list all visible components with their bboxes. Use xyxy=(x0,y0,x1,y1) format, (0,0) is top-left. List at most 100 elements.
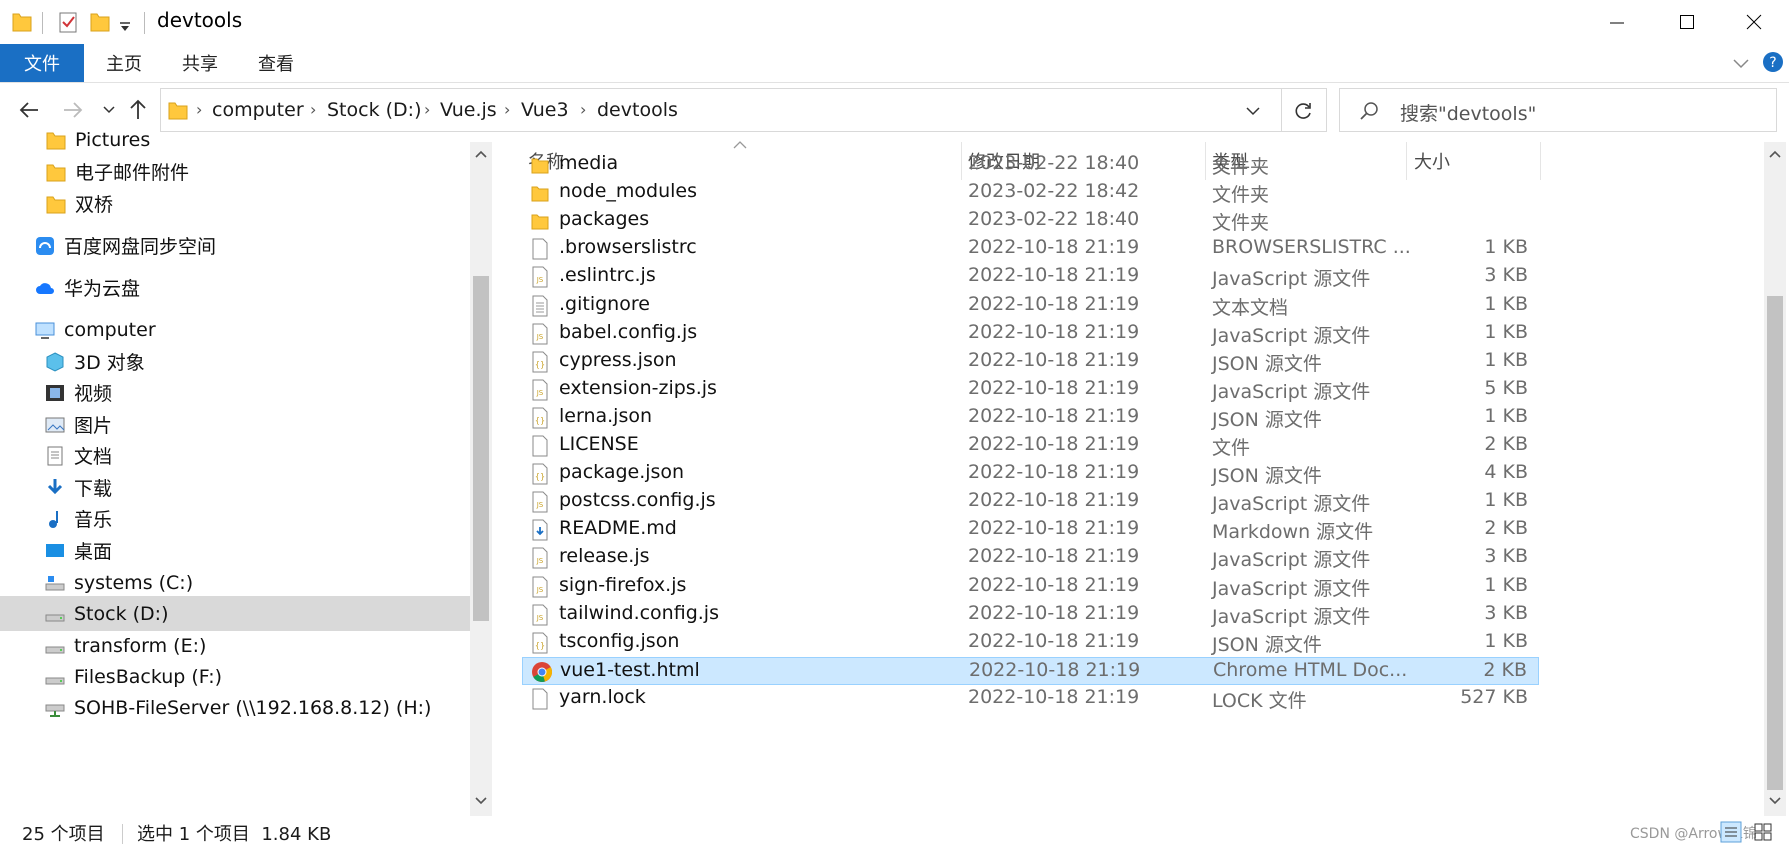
expand-ribbon-icon[interactable] xyxy=(1732,54,1750,72)
back-icon[interactable] xyxy=(18,100,40,120)
file-row[interactable]: JS postcss.config.js 2022-10-18 21:19 JavaS… xyxy=(522,488,1539,516)
nav-item-label: 百度网盘同步空间 xyxy=(64,236,217,258)
status-item-count: 25 个项目 xyxy=(22,824,105,845)
nav-item[interactable]: 下载 xyxy=(0,470,470,505)
file-row[interactable]: {} cypress.json 2022-10-18 21:19 JSON 源文件 1 … xyxy=(522,348,1539,376)
search-input[interactable]: 搜索"devtools" xyxy=(1400,99,1536,126)
file-size: 1 KB xyxy=(1484,404,1528,427)
file-row[interactable]: JS tailwind.config.js 2022-10-18 21:19 Java… xyxy=(522,601,1539,629)
file-row[interactable]: JS .eslintrc.js 2022-10-18 21:19 JavaScript… xyxy=(522,263,1539,291)
svg-text:{}: {} xyxy=(535,641,545,650)
breadcrumb-drive[interactable]: Stock (D:) xyxy=(327,99,421,121)
nav-item[interactable]: 双桥 xyxy=(0,186,470,221)
column-divider[interactable] xyxy=(1540,142,1541,180)
nav-item-label: 电子邮件附件 xyxy=(75,162,190,184)
close-icon xyxy=(1746,14,1762,30)
address-dropdown-icon[interactable] xyxy=(1245,104,1261,118)
nav-item[interactable]: 3D 对象 xyxy=(0,344,470,379)
file-row[interactable]: LICENSE 2022-10-18 21:19 文件 2 KB xyxy=(522,432,1539,460)
file-row[interactable]: JS babel.config.js 2022-10-18 21:19 JavaScr… xyxy=(522,320,1539,348)
tab-home[interactable]: 主页 xyxy=(92,44,156,82)
breadcrumb-devtools[interactable]: devtools xyxy=(597,99,678,121)
file-type: JSON 源文件 xyxy=(1212,633,1322,656)
up-icon[interactable] xyxy=(128,98,148,120)
file-row[interactable]: README.md 2022-10-18 21:19 Markdown 源文件 2 K… xyxy=(522,516,1539,544)
file-name: tsconfig.json xyxy=(559,629,680,652)
recent-locations-icon[interactable] xyxy=(102,104,116,116)
svg-text:JS: JS xyxy=(536,389,544,397)
3d-objects-icon xyxy=(44,351,66,373)
nav-item[interactable]: transform (E:) xyxy=(0,628,470,663)
folder-icon xyxy=(530,182,550,204)
nav-item[interactable]: FilesBackup (F:) xyxy=(0,659,470,694)
file-row[interactable]: .browserslistrc 2022-10-18 21:19 BROWSERSL… xyxy=(522,235,1539,263)
js-file-icon: JS xyxy=(530,604,550,626)
file-type: JSON 源文件 xyxy=(1212,408,1322,431)
nav-item[interactable]: computer xyxy=(0,312,470,347)
svg-text:JS: JS xyxy=(536,333,544,341)
details-view-icon[interactable] xyxy=(1720,821,1742,843)
file-row[interactable]: media 2023-02-22 18:40 文件夹 xyxy=(522,151,1539,179)
file-row[interactable]: yarn.lock 2022-10-18 21:19 LOCK 文件 527 KB xyxy=(522,685,1539,713)
file-list-scrollbar-thumb[interactable] xyxy=(1767,296,1783,790)
nav-item[interactable]: Stock (D:) xyxy=(0,596,470,631)
nav-item[interactable]: 电子邮件附件 xyxy=(0,154,470,189)
large-icons-view-icon[interactable] xyxy=(1752,821,1774,843)
nav-item[interactable]: SOHB-FileServer (\\192.168.8.12) (H:) xyxy=(0,690,470,725)
properties-icon[interactable] xyxy=(56,10,80,34)
help-icon[interactable]: ? xyxy=(1762,51,1784,73)
scroll-down-icon[interactable] xyxy=(1768,795,1782,807)
file-row[interactable]: JS sign-firefox.js 2022-10-18 21:19 JavaScr… xyxy=(522,573,1539,601)
nav-item-label: 桌面 xyxy=(74,541,113,563)
scroll-up-icon[interactable] xyxy=(1768,148,1782,160)
file-row[interactable]: node_modules 2023-02-22 18:42 文件夹 xyxy=(522,179,1539,207)
file-type: JavaScript 源文件 xyxy=(1212,380,1371,403)
nav-item-label: computer xyxy=(64,318,156,341)
nav-item-label: 文档 xyxy=(74,446,113,468)
nav-item[interactable]: 图片 xyxy=(0,407,470,442)
file-type: JSON 源文件 xyxy=(1212,465,1322,488)
tab-file[interactable]: 文件 xyxy=(0,44,84,82)
file-row[interactable]: packages 2023-02-22 18:40 文件夹 xyxy=(522,207,1539,235)
breadcrumb-computer[interactable]: computer xyxy=(212,99,304,121)
nav-item[interactable]: 音乐 xyxy=(0,501,470,536)
file-row[interactable]: {} tsconfig.json 2022-10-18 21:19 JSON 源文件 1… xyxy=(522,629,1539,657)
file-size: 1 KB xyxy=(1484,573,1528,596)
svg-text:?: ? xyxy=(1769,55,1776,71)
file-row[interactable]: JS extension-zips.js 2022-10-18 21:19 JavaS… xyxy=(522,376,1539,404)
file-row[interactable]: {} package.json 2022-10-18 21:19 JSON 源文件 4 … xyxy=(522,460,1539,488)
folder-icon xyxy=(168,102,188,120)
nav-item[interactable]: 华为云盘 xyxy=(0,270,470,305)
scroll-up-icon[interactable] xyxy=(474,148,488,160)
nav-scrollbar-thumb[interactable] xyxy=(473,276,489,621)
nav-item[interactable]: systems (C:) xyxy=(0,565,470,600)
file-date: 2022-10-18 21:19 xyxy=(968,685,1140,708)
scroll-down-icon[interactable] xyxy=(474,795,488,807)
maximize-button[interactable] xyxy=(1652,0,1722,44)
svg-text:JS: JS xyxy=(536,557,544,565)
close-button[interactable] xyxy=(1719,0,1789,44)
nav-item-label: SOHB-FileServer (\\192.168.8.12) (H:) xyxy=(74,696,432,719)
nav-item[interactable]: 视频 xyxy=(0,375,470,410)
nav-item[interactable]: 文档 xyxy=(0,438,470,473)
customize-qa-dropdown-icon[interactable] xyxy=(118,20,132,34)
file-row[interactable]: JS release.js 2022-10-18 21:19 JavaScript 源… xyxy=(522,544,1539,572)
new-folder-icon[interactable] xyxy=(88,10,112,34)
nav-item[interactable]: 百度网盘同步空间 xyxy=(0,228,470,263)
file-row[interactable]: {} lerna.json 2022-10-18 21:19 JSON 源文件 1 KB xyxy=(522,404,1539,432)
file-size: 4 KB xyxy=(1484,461,1528,484)
nav-item[interactable]: Pictures xyxy=(0,122,470,157)
file-row[interactable]: .gitignore 2022-10-18 21:19 文本文档 1 KB xyxy=(522,292,1539,320)
tab-share[interactable]: 共享 xyxy=(168,44,232,82)
breadcrumb-vuejs[interactable]: Vue.js xyxy=(440,99,497,121)
tab-view[interactable]: 查看 xyxy=(244,44,308,82)
minimize-button[interactable] xyxy=(1582,0,1652,44)
breadcrumb-vue3[interactable]: Vue3 xyxy=(521,99,569,121)
nav-item[interactable]: 桌面 xyxy=(0,533,470,568)
file-row[interactable]: vue1-test.html 2022-10-18 21:19 Chrome HTM… xyxy=(522,656,1539,685)
refresh-icon[interactable] xyxy=(1292,100,1314,122)
file-name: .browserslistrc xyxy=(559,236,697,259)
forward-icon[interactable] xyxy=(62,100,84,120)
file-date: 2022-10-18 21:19 xyxy=(968,404,1140,427)
file-name: cypress.json xyxy=(559,348,677,371)
